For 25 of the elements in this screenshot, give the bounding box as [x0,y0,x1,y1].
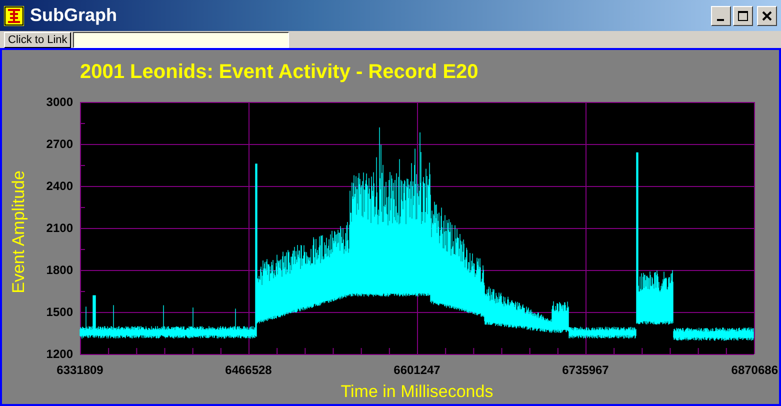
y-tick-label: 1200 [46,347,73,361]
minimize-icon [716,18,724,20]
link-field[interactable] [73,32,290,48]
maximize-icon [737,10,749,22]
link-button[interactable]: Click to Link [4,32,72,48]
y-tick-label: 1800 [46,263,73,277]
app-icon [4,6,24,26]
close-icon [761,10,773,22]
chart-title: 2001 Leonids: Event Activity - Record E20 [79,60,480,84]
minimize-button[interactable] [711,6,731,26]
x-tick-label: 6601247 [394,363,440,377]
y-axis-label: Event Amplitude [9,170,28,294]
close-button[interactable] [757,6,777,26]
x-tick-label: 6870686 [731,363,778,377]
x-tick-label: 6331809 [56,363,104,377]
y-tick-label: 2700 [46,137,73,151]
y-tick-label: 3000 [46,95,73,109]
x-axis-label: Time in Milliseconds [340,382,494,401]
x-tick-label: 6735967 [562,363,609,377]
maximize-button[interactable] [733,6,753,26]
x-tick-label: 6466528 [225,363,272,377]
y-tick-label: 2400 [46,179,73,193]
y-tick-label: 1500 [46,305,73,319]
window-title: SubGraph [30,5,118,26]
y-tick-label: 2100 [46,221,73,235]
